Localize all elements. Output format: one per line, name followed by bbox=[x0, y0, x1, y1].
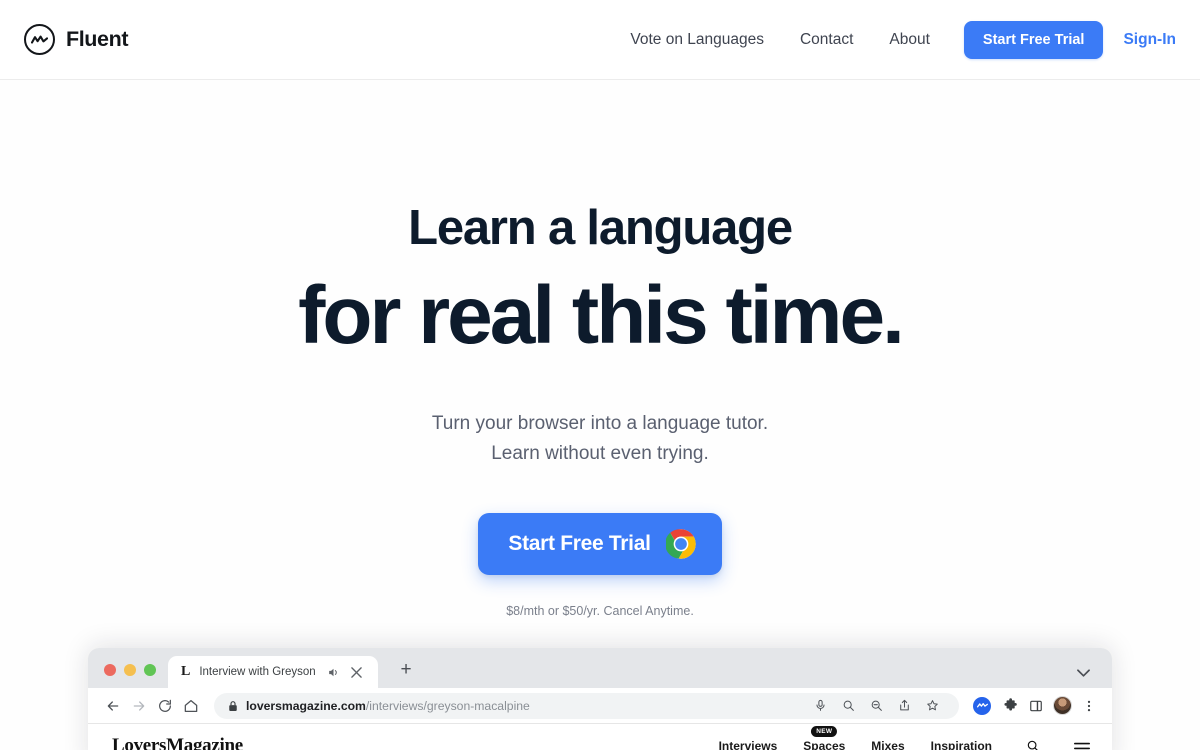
site-nav-mixes[interactable]: Mixes bbox=[871, 739, 904, 750]
hero-section: Learn a language for real this time. Tur… bbox=[0, 80, 1200, 619]
lock-icon bbox=[228, 700, 238, 712]
close-window-button[interactable] bbox=[104, 664, 116, 676]
close-icon[interactable] bbox=[349, 665, 363, 679]
hero-subhead-line-1: Turn your browser into a language tutor. bbox=[431, 413, 769, 434]
browser-tab[interactable]: L Interview with Greyson Ma bbox=[168, 656, 378, 688]
browser-tab-strip: L Interview with Greyson Ma + bbox=[88, 648, 1112, 688]
minimize-window-button[interactable] bbox=[124, 664, 136, 676]
arrow-left-icon[interactable] bbox=[100, 693, 126, 719]
hamburger-menu-icon[interactable] bbox=[1074, 740, 1090, 750]
url-host: loversmagazine.com bbox=[246, 698, 366, 713]
sign-in-link[interactable]: Sign-In bbox=[1123, 31, 1176, 49]
puzzle-piece-icon[interactable] bbox=[997, 693, 1023, 719]
maximize-window-button[interactable] bbox=[144, 664, 156, 676]
reload-icon[interactable] bbox=[152, 693, 178, 719]
omnibox-actions bbox=[807, 693, 945, 719]
site-nav-inspiration[interactable]: Inspiration bbox=[931, 739, 992, 750]
hero-start-free-trial-button[interactable]: Start Free Trial bbox=[478, 513, 722, 576]
site-nav-interviews-label: Interviews bbox=[718, 739, 778, 750]
brand-logo[interactable]: Fluent bbox=[24, 24, 128, 55]
header-start-free-trial-button[interactable]: Start Free Trial bbox=[963, 20, 1104, 59]
window-controls bbox=[88, 664, 168, 688]
browser-toolbar: loversmagazine.com/interviews/greyson-ma… bbox=[88, 688, 1112, 724]
site-nav-spaces-label: Spaces bbox=[803, 739, 846, 750]
tab-favicon: L bbox=[181, 664, 191, 679]
site-nav-mixes-label: Mixes bbox=[871, 739, 905, 750]
browser-mockup: L Interview with Greyson Ma + bbox=[88, 648, 1112, 750]
nav-vote-on-languages[interactable]: Vote on Languages bbox=[612, 31, 782, 49]
nav-contact[interactable]: Contact bbox=[782, 31, 871, 49]
page-content-header: LoversMagazine Interviews NEW Spaces Mix… bbox=[88, 724, 1112, 750]
site-search-icon[interactable] bbox=[1026, 739, 1040, 750]
hero-cta-label: Start Free Trial bbox=[508, 532, 651, 556]
new-badge: NEW bbox=[811, 726, 838, 737]
brand-name: Fluent bbox=[66, 27, 129, 51]
chevron-down-icon[interactable] bbox=[1077, 669, 1090, 678]
fluent-extension-icon[interactable] bbox=[973, 696, 991, 715]
side-panel-icon[interactable] bbox=[1023, 693, 1049, 719]
url-text: loversmagazine.com/interviews/greyson-ma… bbox=[246, 699, 530, 713]
bookmark-star-icon[interactable] bbox=[919, 693, 945, 719]
site-logo[interactable]: LoversMagazine bbox=[112, 735, 243, 750]
home-icon[interactable] bbox=[178, 693, 204, 719]
mic-icon[interactable] bbox=[807, 693, 833, 719]
speaker-playing-icon[interactable] bbox=[326, 665, 340, 679]
fluent-wave-circle-icon bbox=[24, 24, 55, 55]
site-nav-spaces[interactable]: NEW Spaces bbox=[803, 726, 846, 750]
url-path: /interviews/greyson-macalpine bbox=[365, 698, 530, 713]
new-tab-button[interactable]: + bbox=[392, 656, 420, 684]
share-icon[interactable] bbox=[891, 693, 917, 719]
chrome-icon bbox=[665, 529, 696, 559]
more-vertical-icon[interactable] bbox=[1076, 693, 1102, 719]
site-nav-inspiration-label: Inspiration bbox=[930, 739, 992, 750]
site-nav-interviews[interactable]: Interviews bbox=[719, 739, 778, 750]
primary-nav: Vote on Languages Contact About Start Fr… bbox=[612, 20, 1176, 59]
page-title-line-1: Learn a language bbox=[408, 201, 793, 255]
profile-avatar[interactable] bbox=[1053, 696, 1072, 715]
hero-subhead-line-2: Learn without even trying. bbox=[491, 443, 709, 465]
arrow-right-icon[interactable] bbox=[126, 693, 152, 719]
zoom-out-icon[interactable] bbox=[863, 693, 889, 719]
hero-cta-wrap: Start Free Trial bbox=[0, 513, 1200, 576]
tab-title: Interview with Greyson Ma bbox=[199, 666, 317, 678]
nav-about[interactable]: About bbox=[871, 31, 948, 49]
hero-subhead: Turn your browser into a language tutor.… bbox=[0, 409, 1200, 469]
search-icon[interactable] bbox=[835, 693, 861, 719]
price-note: $8/mth or $50/yr. Cancel Anytime. bbox=[506, 604, 694, 619]
address-bar[interactable]: loversmagazine.com/interviews/greyson-ma… bbox=[214, 692, 959, 719]
site-header: Fluent Vote on Languages Contact About S… bbox=[0, 0, 1200, 80]
landing-page: Fluent Vote on Languages Contact About S… bbox=[0, 0, 1200, 750]
page-title-line-2: for real this time. bbox=[298, 270, 905, 361]
site-nav: Interviews NEW Spaces Mixes Inspiration bbox=[719, 726, 1090, 750]
